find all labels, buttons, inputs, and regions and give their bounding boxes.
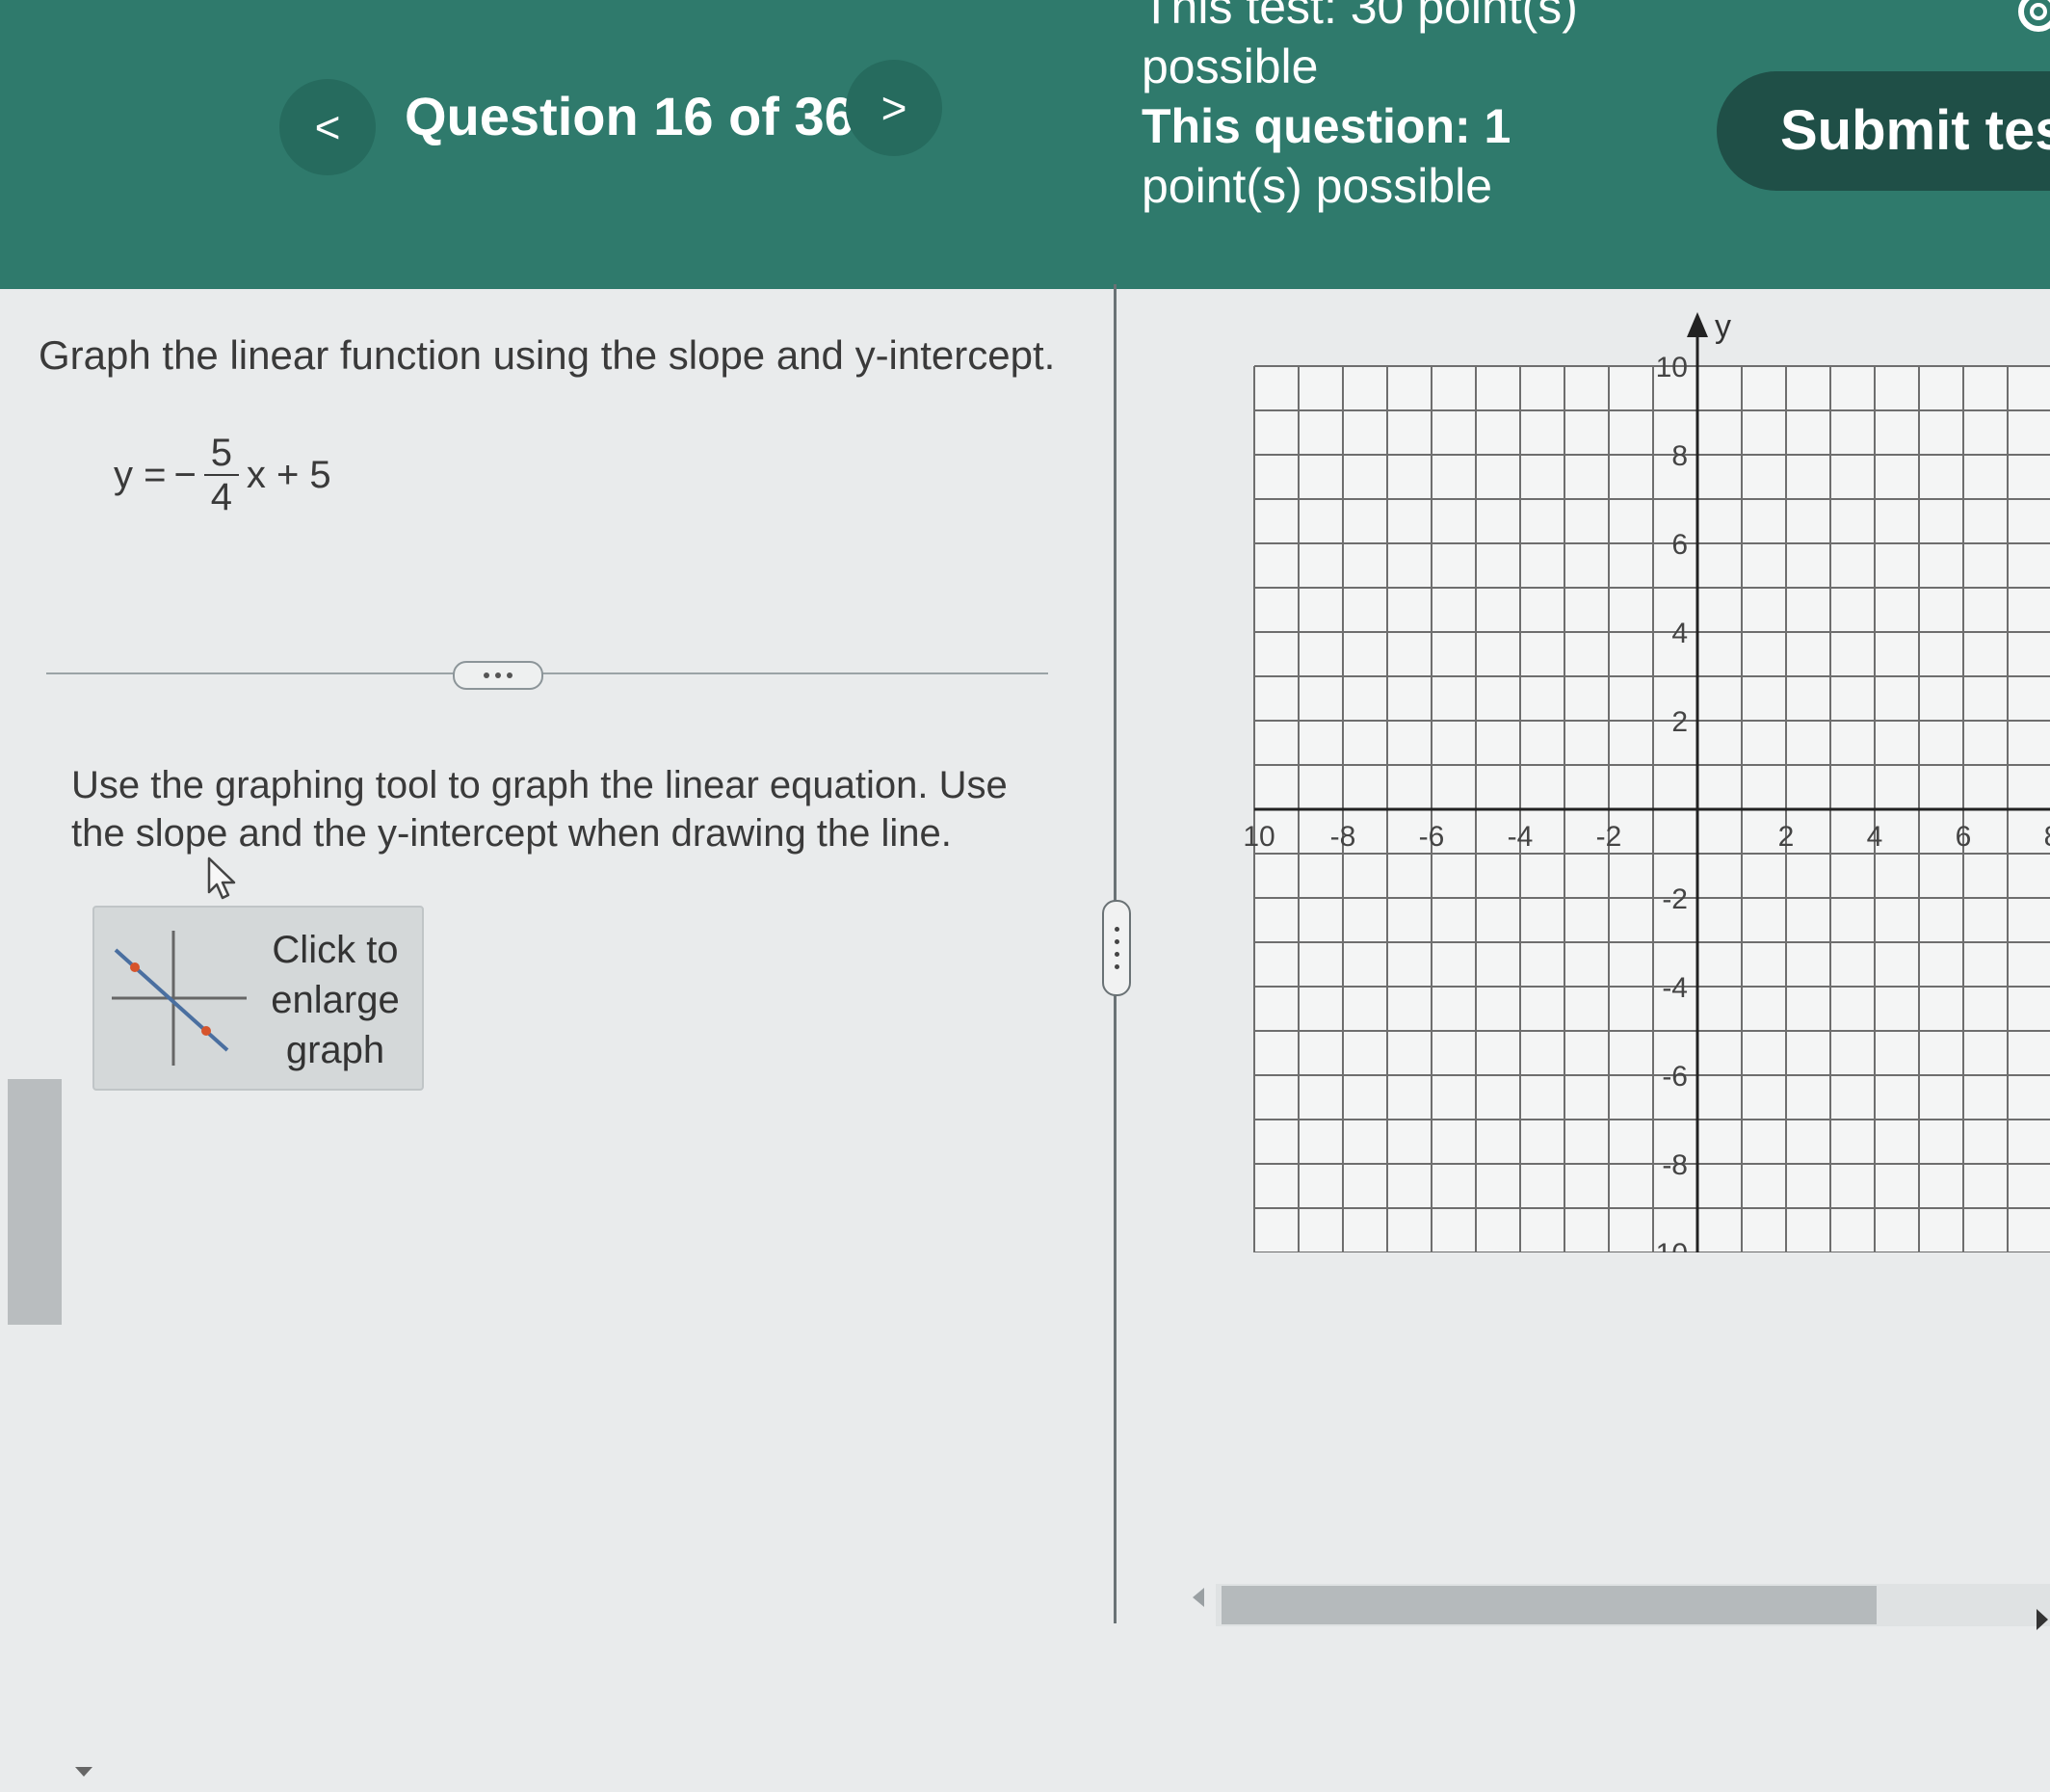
points-info: This test: 30 point(s) possible This que…: [1142, 0, 1623, 216]
y-tick-label: -8: [1662, 1149, 1688, 1181]
x-tick-label: -4: [1508, 821, 1534, 853]
more-dots-icon[interactable]: [453, 661, 543, 690]
graphing-tool-instruction: Use the graphing tool to graph the linea…: [71, 764, 1008, 855]
splitter-handle[interactable]: [1102, 900, 1131, 996]
x-tick-label: -10: [1243, 821, 1275, 853]
chevron-left-icon: <: [314, 102, 341, 152]
section-divider: [46, 672, 1048, 674]
y-tick-label: 2: [1671, 706, 1688, 738]
left-pane-scrollbar[interactable]: [8, 1079, 62, 1325]
y-tick-label: -6: [1662, 1061, 1688, 1093]
graph-horizontal-scrollbar[interactable]: [1222, 1586, 1877, 1624]
top-toolbar: < Question 16 of 36 > This test: 30 poin…: [0, 0, 2050, 289]
equation-lhs: y =: [114, 453, 167, 496]
y-tick-label: -10: [1646, 1238, 1688, 1252]
y-axis-arrow-icon: [1687, 312, 1708, 337]
x-tick-label: -8: [1330, 821, 1356, 853]
coordinate-grid[interactable]: -10 -8 -6 -4 -2 2 4 6 8 10 8 6 4 2 -2 -4 -6 -8 -10 y: [1233, 289, 2050, 1270]
enlarge-graph-label: Click to enlarge graph: [271, 929, 400, 1071]
equation-rest: x + 5: [246, 453, 331, 496]
graphing-area[interactable]: -10 -8 -6 -4 -2 2 4 6 8 10 8 6 4 2 -2 -4 -6 -8 -10 y: [1233, 289, 2050, 1270]
x-tick-label: 6: [1956, 821, 1972, 853]
equation-sign: −: [173, 453, 197, 496]
scroll-right-arrow-icon[interactable]: [2037, 1609, 2048, 1630]
scroll-left-arrow-icon[interactable]: [1193, 1588, 1204, 1607]
equation: y = − 5 4 x + 5: [114, 432, 331, 518]
y-tick-label: 10: [1656, 352, 1688, 383]
gear-icon[interactable]: [2010, 0, 2050, 40]
question-counter: Question 16 of 36: [405, 86, 854, 146]
test-points-line1: This test: 30 point(s): [1142, 0, 1578, 34]
x-tick-label: 2: [1778, 821, 1795, 853]
question-points-line1: This question: 1: [1142, 99, 1511, 153]
y-axis-label: y: [1715, 308, 1731, 345]
chevron-right-icon: >: [880, 83, 907, 133]
x-tick-label: -6: [1419, 821, 1445, 853]
question-instruction: Graph the linear function using the slop…: [39, 332, 1056, 378]
x-tick-label: 8: [2044, 821, 2050, 853]
slope-fraction: 5 4: [203, 432, 239, 518]
question-points-line2: point(s) possible: [1142, 159, 1493, 213]
y-tick-label: -4: [1662, 972, 1688, 1004]
mouse-cursor-icon: [207, 856, 236, 900]
next-question-button[interactable]: >: [846, 60, 942, 156]
submit-test-button[interactable]: Submit test: [1717, 71, 2050, 191]
fraction-numerator: 5: [210, 432, 232, 474]
previous-question-button[interactable]: <: [279, 79, 376, 175]
test-points-line2: possible: [1142, 40, 1319, 93]
x-tick-label: 4: [1867, 821, 1883, 853]
x-tick-label: -2: [1596, 821, 1622, 853]
enlarge-graph-button[interactable]: Click to enlarge graph: [92, 906, 424, 1091]
fraction-denominator: 4: [210, 476, 232, 518]
y-tick-label: -2: [1662, 883, 1688, 915]
y-tick-label: 8: [1671, 440, 1688, 472]
y-tick-label: 6: [1671, 529, 1688, 561]
graph-thumbnail-icon: [112, 931, 247, 1066]
y-tick-label: 4: [1671, 618, 1688, 649]
scroll-down-arrow-icon[interactable]: [75, 1767, 92, 1777]
